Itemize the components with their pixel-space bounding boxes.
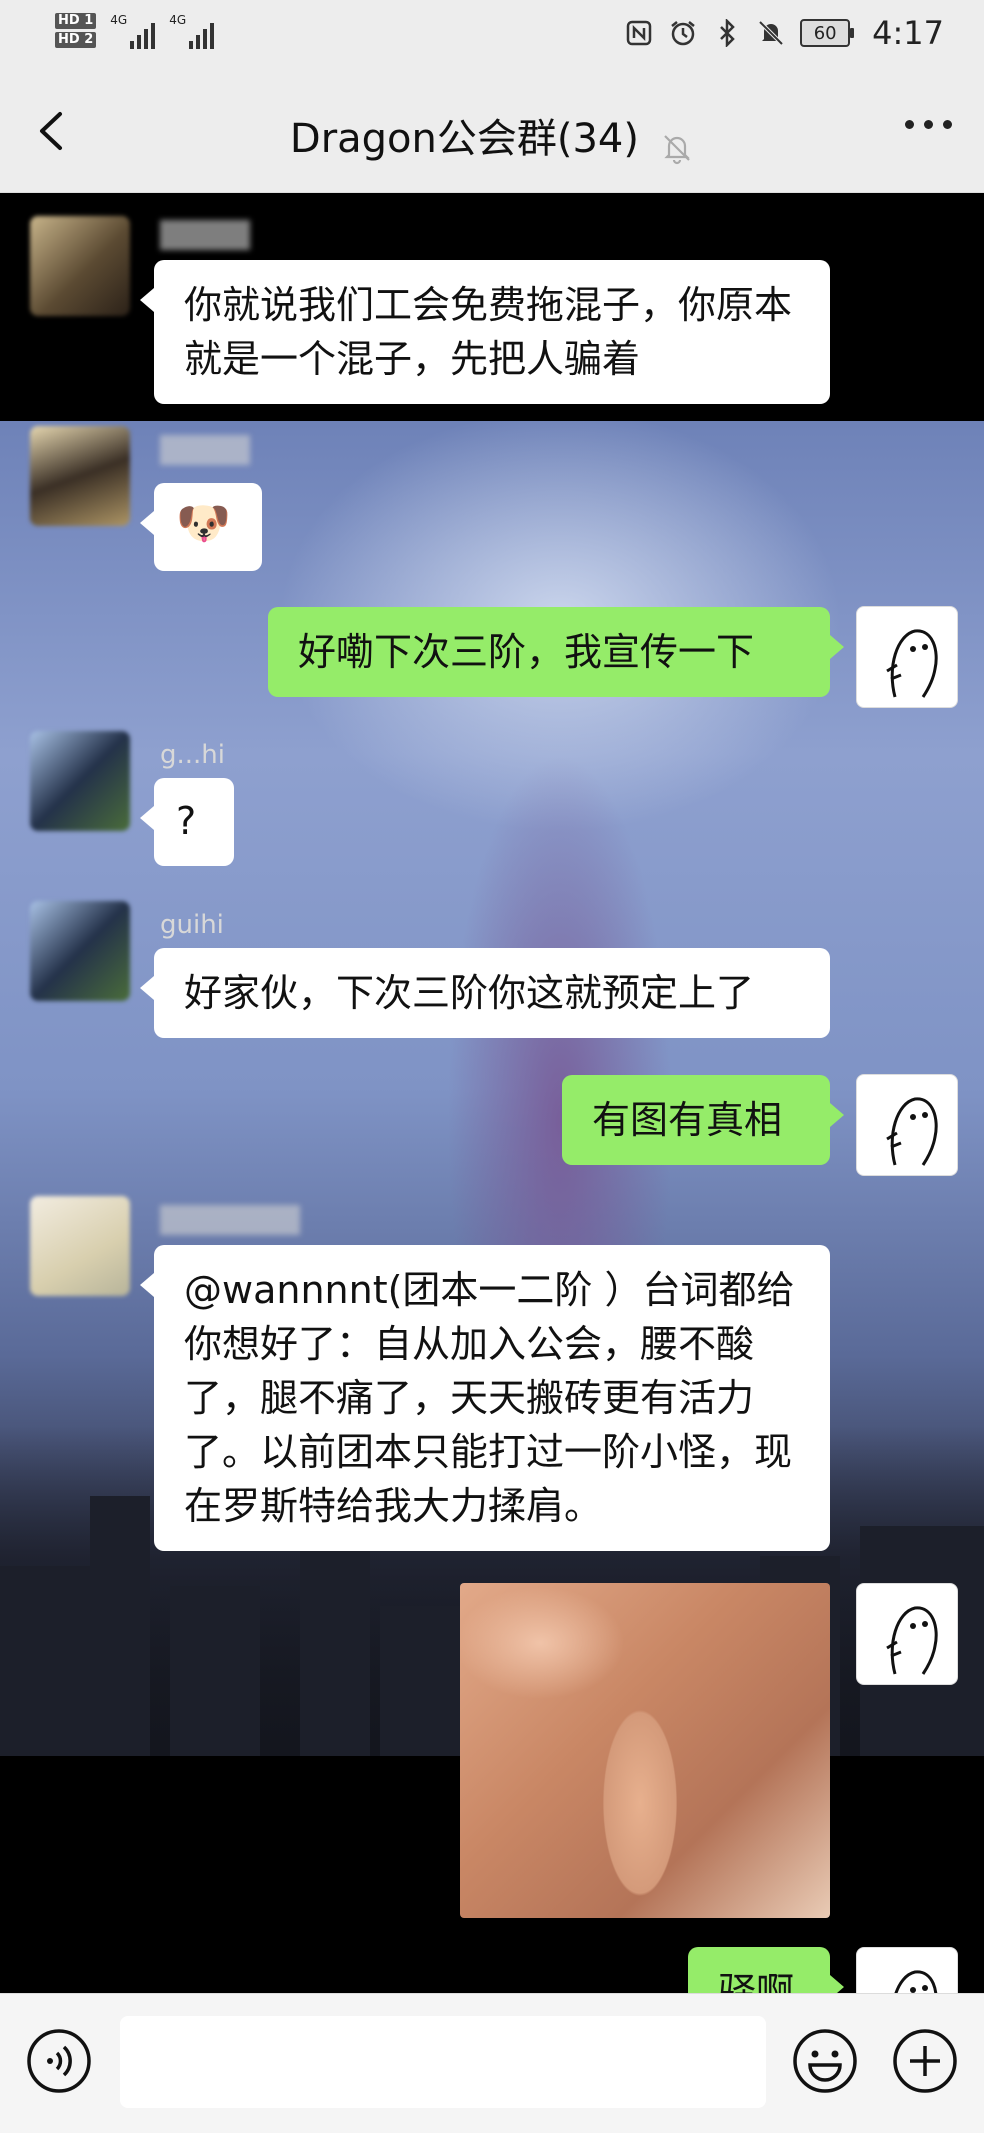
sticker-bubble[interactable]: 🐶 — [140, 483, 262, 571]
more-icon[interactable] — [905, 120, 952, 129]
message-bubble[interactable]: 有图有真相 — [562, 1075, 844, 1165]
silent-icon — [756, 18, 786, 48]
my-avatar[interactable] — [856, 1947, 958, 1993]
avatar[interactable] — [30, 1196, 130, 1296]
message-bubble[interactable]: @wannnnt(团本一二阶 ）台词都给你想好了：自从加入公会，腰不酸了，腿不痛… — [140, 1245, 830, 1551]
battery-level: 60 — [813, 22, 837, 44]
avatar[interactable] — [30, 731, 130, 831]
message-bubble[interactable]: 驿啊 — [688, 1947, 844, 1993]
input-bar — [0, 1993, 984, 2133]
signal2-icon: 4G — [169, 12, 215, 49]
status-bar: HD 1 HD 2 4G 4G 60 4:17 — [0, 0, 984, 70]
nfc-icon — [624, 18, 654, 48]
message-bubble[interactable]: ? — [140, 778, 234, 866]
avatar[interactable] — [30, 426, 130, 526]
my-avatar[interactable] — [856, 1583, 958, 1685]
mute-icon — [664, 134, 690, 164]
message-bubble[interactable]: 你就说我们工会免费拖混子，你原本就是一个混子，先把人骗着 — [140, 260, 830, 404]
plus-icon[interactable] — [892, 2028, 958, 2094]
clock: 4:17 — [872, 14, 944, 52]
sender-name — [160, 435, 250, 465]
message-input[interactable] — [120, 2016, 766, 2108]
bluetooth-icon — [712, 18, 742, 48]
sim2-label: HD 2 — [55, 32, 97, 48]
network2-label: 4G — [169, 12, 187, 27]
my-avatar[interactable] — [856, 1074, 958, 1176]
image-message[interactable] — [460, 1583, 830, 1918]
sender-name: guihi — [160, 910, 224, 940]
emoji-icon[interactable] — [792, 2028, 858, 2094]
chat-header: Dragon公会群(34) — [0, 70, 984, 193]
signal-icon: 4G — [110, 12, 156, 49]
battery-icon: 60 — [800, 19, 855, 47]
sender-name: g...hi — [160, 740, 225, 770]
sim1-label: HD 1 — [55, 13, 97, 29]
message-bubble[interactable]: 好嘞下次三阶，我宣传一下 — [268, 607, 844, 697]
chat-title: Dragon公会群(34) — [289, 116, 639, 162]
message-bubble[interactable]: 好家伙，下次三阶你这就预定上了 — [140, 948, 830, 1038]
alarm-icon — [668, 18, 698, 48]
avatar[interactable] — [30, 216, 130, 316]
my-avatar[interactable] — [856, 606, 958, 708]
avatar[interactable] — [30, 901, 130, 1001]
sender-name — [160, 1205, 300, 1235]
sender-name — [160, 220, 250, 250]
sim-indicator: HD 1 HD 2 — [55, 10, 97, 51]
network1-label: 4G — [110, 12, 128, 27]
voice-icon[interactable] — [26, 2028, 92, 2094]
message-list[interactable]: 你就说我们工会免费拖混子，你原本就是一个混子，先把人骗着 🐶 好嘞下次三阶，我宣… — [0, 193, 984, 1993]
